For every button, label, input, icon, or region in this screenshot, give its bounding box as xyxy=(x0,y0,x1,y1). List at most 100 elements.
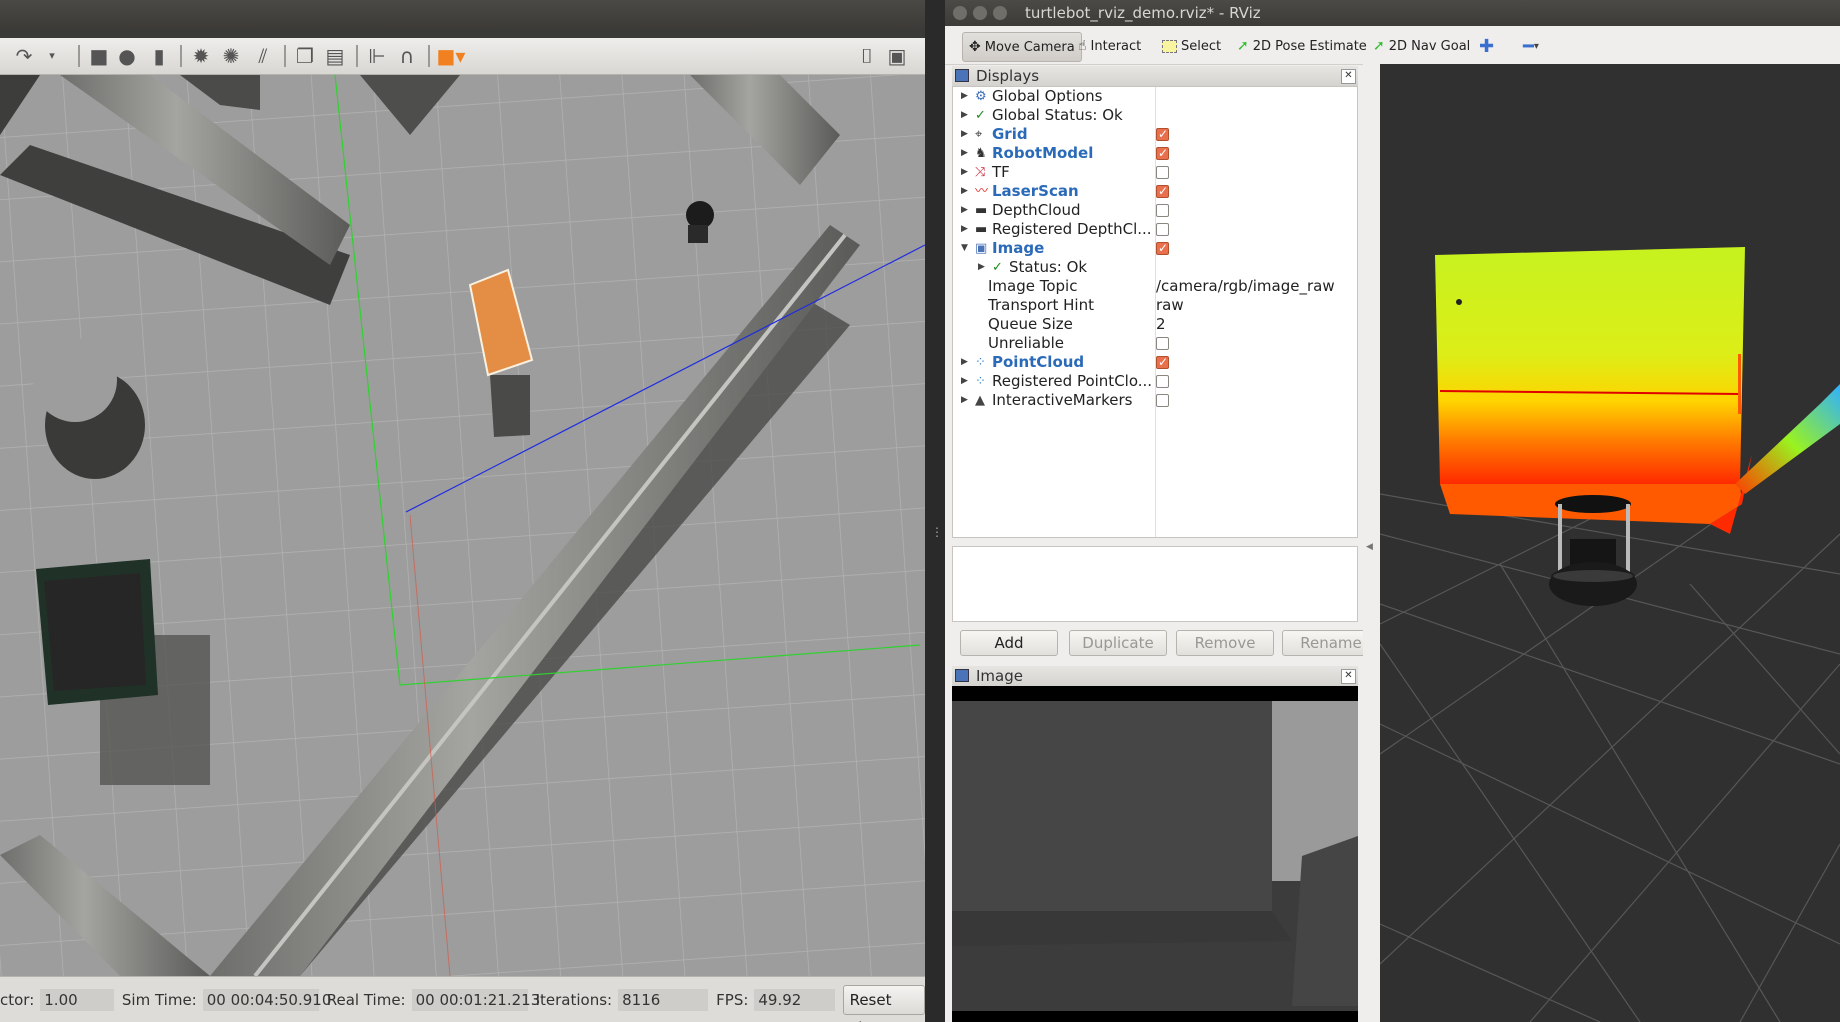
move-camera-label: Move Camera xyxy=(984,39,1075,55)
collapsed-arrow-icon[interactable]: ▶ xyxy=(961,220,968,239)
collapsed-arrow-icon[interactable]: ▶ xyxy=(961,163,968,182)
collapsed-arrow-icon[interactable]: ▶ xyxy=(961,106,968,125)
display-row-value[interactable]: 2 xyxy=(1156,315,1166,334)
display-row[interactable]: Image Topic/camera/rgb/image_raw xyxy=(953,277,1357,296)
select-tool[interactable]: Select xyxy=(1162,32,1221,60)
splitter-handle-icon[interactable]: ⋮ xyxy=(931,525,943,539)
snap-icon[interactable]: ∩ xyxy=(394,42,420,69)
cylinder-top xyxy=(33,338,117,422)
enable-checkbox[interactable] xyxy=(1156,166,1169,179)
close-panel-icon[interactable]: ✕ xyxy=(1341,69,1356,84)
display-row[interactable]: ▼ ▣ Image xyxy=(953,239,1357,258)
enable-checkbox[interactable] xyxy=(1156,125,1169,144)
gazebo-3d-scene[interactable] xyxy=(0,75,925,976)
interact-tool[interactable]: ☝ Interact xyxy=(1078,32,1141,60)
displays-tree[interactable]: ▶ ⚙ Global Options ▶ ✓ Global Status: Ok ▶ ⌖ Gri… xyxy=(952,86,1358,538)
sphere-shape-icon[interactable]: ● xyxy=(114,42,140,69)
close-window-icon[interactable] xyxy=(953,6,967,20)
redo-icon[interactable]: ↷ xyxy=(10,42,38,69)
display-row[interactable]: Unreliable xyxy=(953,334,1357,353)
display-row[interactable]: ▶ ▲ InteractiveMarkers xyxy=(953,391,1357,410)
gear-icon: ⚙ xyxy=(975,89,987,104)
gazebo-scene-svg[interactable] xyxy=(0,75,925,976)
collapsed-arrow-icon[interactable]: ▶ xyxy=(961,144,968,163)
collapsed-arrow-icon[interactable]: ▶ xyxy=(961,391,968,410)
display-row[interactable]: ▶ ⁘ PointCloud xyxy=(953,353,1357,372)
rviz-3d-view[interactable] xyxy=(1380,64,1840,1022)
display-row[interactable]: ▶ ♞ RobotModel xyxy=(953,144,1357,163)
minimize-window-icon[interactable] xyxy=(973,6,987,20)
enable-checkbox[interactable] xyxy=(1156,223,1169,236)
enable-checkbox[interactable] xyxy=(1156,375,1169,388)
grid-icon: ⌖ xyxy=(975,127,983,142)
collapsed-arrow-icon[interactable]: ▶ xyxy=(961,201,968,220)
display-row[interactable]: ▶ ✓ Global Status: Ok xyxy=(953,106,1357,125)
display-row[interactable]: ▶ 〰 LaserScan xyxy=(953,182,1357,201)
collapsed-arrow-icon[interactable]: ▶ xyxy=(961,372,968,391)
rviz-scene-svg[interactable] xyxy=(1380,64,1840,1022)
collapsed-arrow-icon[interactable]: ▶ xyxy=(961,182,968,201)
depth-cloud-icon: ▬ xyxy=(975,203,988,218)
reset-time-button[interactable]: Reset Time xyxy=(842,985,925,1022)
remove-button[interactable]: Remove xyxy=(1176,630,1274,656)
image-monitor-icon xyxy=(955,669,969,682)
display-row[interactable]: ▶ ✓ Status: Ok xyxy=(953,258,1357,277)
display-row-label: TF xyxy=(992,163,1010,181)
box-shape-icon[interactable]: ■ xyxy=(86,42,112,69)
toolbar-separator xyxy=(78,45,80,67)
panel-splitter[interactable]: ◀ xyxy=(1363,64,1380,1022)
duplicate-button[interactable]: Duplicate xyxy=(1069,630,1167,656)
pose-estimate-tool[interactable]: ➚ 2D Pose Estimate xyxy=(1237,32,1367,60)
iterations-label: Iterations: xyxy=(535,991,613,1009)
display-row[interactable]: Transport Hint raw xyxy=(953,296,1357,315)
spot-light-icon[interactable]: ✺ xyxy=(218,42,244,69)
directional-light-icon[interactable]: ⫽ xyxy=(250,42,276,69)
log-icon[interactable]: ▣ xyxy=(884,42,910,69)
paste-icon[interactable]: ▤ xyxy=(322,42,348,69)
remove-tool-minus-icon[interactable]: ━ ▾ xyxy=(1523,32,1539,60)
display-row[interactable]: ▶ ⁘ Registered PointClo... xyxy=(953,372,1357,391)
real-time-factor-value: 1.00 xyxy=(40,989,114,1011)
display-row[interactable]: ▶ ⤨ TF xyxy=(953,163,1357,182)
display-row[interactable]: ▶ ⚙ Global Options xyxy=(953,87,1357,106)
window-splitter[interactable]: ⋮ xyxy=(925,0,945,1022)
move-camera-icon: ✥ xyxy=(969,39,981,55)
maximize-window-icon[interactable] xyxy=(993,6,1007,20)
enable-checkbox[interactable] xyxy=(1156,204,1169,217)
align-icon[interactable]: ⊩ xyxy=(364,42,390,69)
collapse-arrow-icon[interactable]: ◀ xyxy=(1366,542,1373,552)
add-button[interactable]: Add xyxy=(960,630,1058,656)
close-panel-icon[interactable]: ✕ xyxy=(1341,669,1356,684)
collapsed-arrow-icon[interactable]: ▶ xyxy=(961,87,968,106)
display-row[interactable]: ▶ ▬ Registered DepthCl... xyxy=(953,220,1357,239)
turtlebot-base xyxy=(688,225,708,243)
collapsed-arrow-icon[interactable]: ▶ xyxy=(961,353,968,372)
display-row[interactable]: ▶ ⌖ Grid xyxy=(953,125,1357,144)
enable-checkbox[interactable] xyxy=(1156,353,1169,372)
display-row-label: Image Topic xyxy=(988,277,1078,295)
display-row-value[interactable]: raw xyxy=(1156,296,1184,315)
expanded-arrow-icon[interactable]: ▼ xyxy=(961,239,968,258)
display-row-value[interactable]: /camera/rgb/image_raw xyxy=(1156,277,1335,296)
display-row-label: Grid xyxy=(992,125,1028,143)
nav-goal-tool[interactable]: ➚ 2D Nav Goal xyxy=(1373,32,1470,60)
collapsed-arrow-icon[interactable]: ▶ xyxy=(978,258,985,277)
change-view-icon[interactable]: ■▾ xyxy=(436,42,466,69)
enable-checkbox[interactable] xyxy=(1156,337,1169,350)
display-row[interactable]: Queue Size 2 xyxy=(953,315,1357,334)
enable-checkbox[interactable] xyxy=(1156,144,1169,163)
cylinder-shape-icon[interactable]: ▮ xyxy=(146,42,172,69)
move-camera-tool[interactable]: ✥ Move Camera xyxy=(962,32,1082,62)
image-display-icon: ▣ xyxy=(975,241,988,256)
screenshot-camera-icon[interactable]: ⌷ xyxy=(854,42,880,69)
enable-checkbox[interactable] xyxy=(1156,394,1169,407)
enable-checkbox[interactable] xyxy=(1156,239,1169,258)
display-row[interactable]: ▶ ▬ DepthCloud xyxy=(953,201,1357,220)
collapsed-arrow-icon[interactable]: ▶ xyxy=(961,125,968,144)
point-light-icon[interactable]: ✹ xyxy=(188,42,214,69)
enable-checkbox[interactable] xyxy=(1156,182,1169,201)
add-tool-plus-icon[interactable]: ✚ xyxy=(1479,32,1494,60)
chevron-down-icon[interactable]: ▾ xyxy=(44,42,60,69)
turtlebot-model[interactable] xyxy=(686,201,714,229)
copy-icon[interactable]: ❐ xyxy=(292,42,318,69)
